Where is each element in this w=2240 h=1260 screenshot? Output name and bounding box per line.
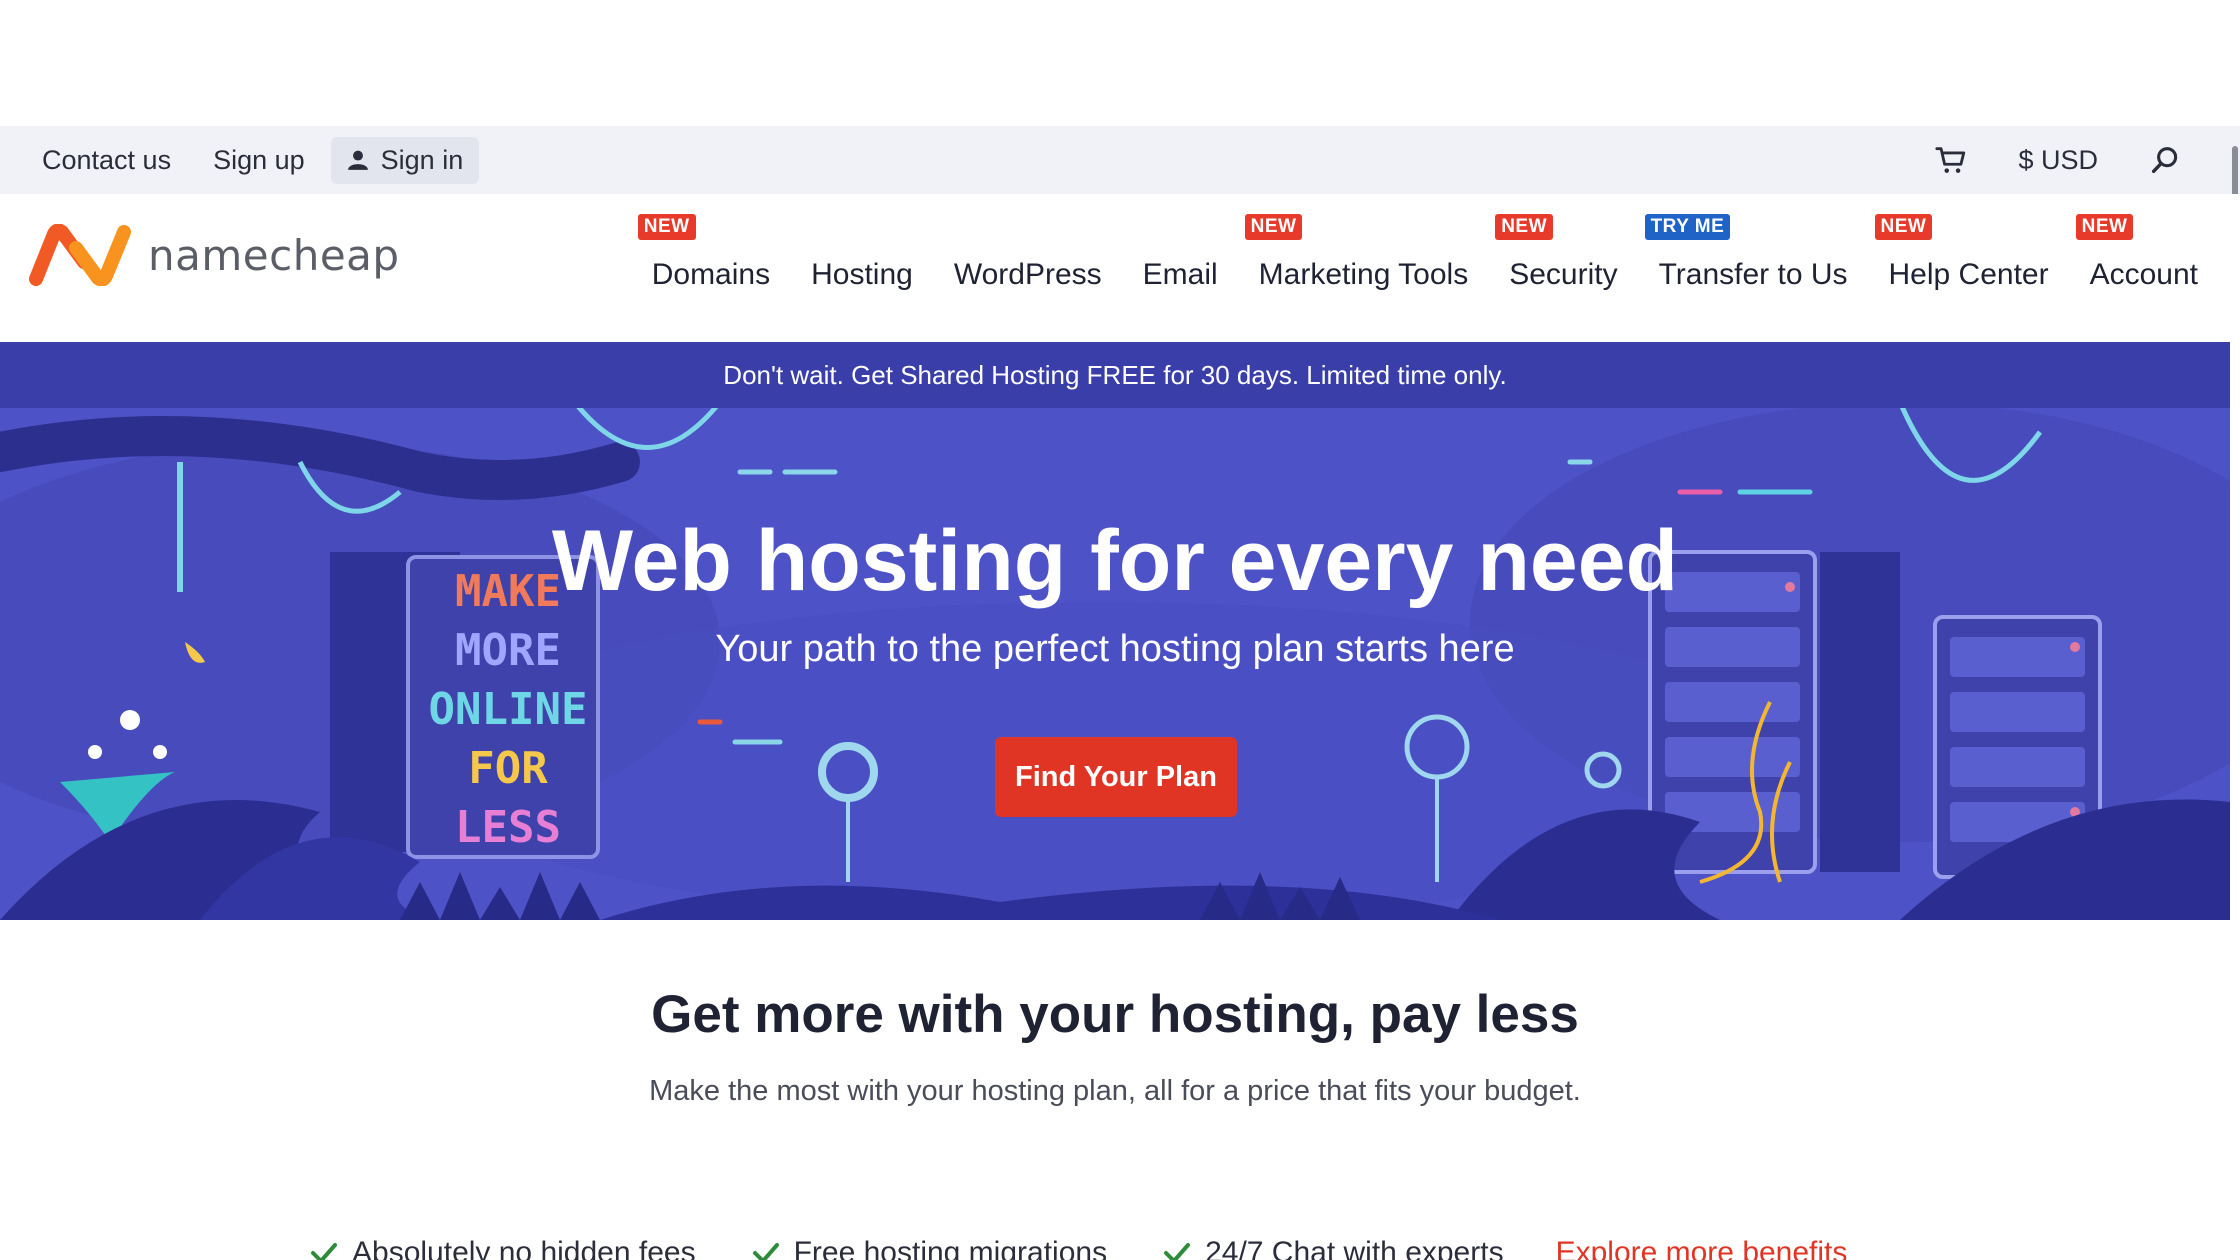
page-scrollbar[interactable] xyxy=(2230,126,2240,206)
benefit-item: 24/7 Chat with experts xyxy=(1163,1236,1504,1260)
check-icon xyxy=(752,1243,779,1260)
promo-text: Don't wait. Get Shared Hosting FREE for … xyxy=(723,359,1507,390)
top-blank-area xyxy=(0,0,2240,126)
nav-item-marketing-tools[interactable]: NEW Marketing Tools xyxy=(1244,214,1469,292)
nav-item-domains[interactable]: NEW Domains xyxy=(637,214,771,292)
new-badge: NEW xyxy=(2075,214,2134,240)
nav-item-help-center[interactable]: NEW Help Center xyxy=(1874,214,2049,292)
sign-in-label: Sign in xyxy=(380,144,464,175)
contact-us-link[interactable]: Contact us xyxy=(26,137,187,184)
nav-item-transfer-to-us[interactable]: TRY ME Transfer to Us xyxy=(1644,214,1848,292)
utility-bar: Contact us Sign up Sign in $ USD xyxy=(0,126,2240,206)
main-navigation: namecheap NEW Domains Hosting WordPress E… xyxy=(0,194,2240,342)
nav-item-label: Transfer to Us xyxy=(1658,258,1848,291)
benefits-section: Get more with your hosting, pay less Mak… xyxy=(0,984,2230,1260)
benefit-label: 24/7 Chat with experts xyxy=(1205,1236,1504,1260)
nav-item-label: WordPress xyxy=(953,258,1102,291)
hero-subtitle: Your path to the perfect hosting plan st… xyxy=(715,628,1515,670)
nav-item-label: Marketing Tools xyxy=(1258,258,1469,291)
hero-title: Web hosting for every need xyxy=(551,513,1679,609)
utility-links: Contact us Sign up Sign in xyxy=(26,136,489,184)
section-subtitle: Make the most with your hosting plan, al… xyxy=(649,1075,1581,1107)
nav-item-label: Hosting xyxy=(811,258,913,291)
nav-item-label: Domains xyxy=(651,258,771,291)
check-icon xyxy=(1164,1243,1191,1260)
nav-item-account[interactable]: NEW Account xyxy=(2075,214,2198,292)
nav-item-label: Help Center xyxy=(1888,258,2049,291)
sign-in-button[interactable]: Sign in xyxy=(330,136,480,184)
currency-selector[interactable]: $ USD xyxy=(2018,145,2098,176)
sign-line: ONLINE xyxy=(428,684,588,735)
new-badge: NEW xyxy=(637,214,696,240)
new-badge: NEW xyxy=(1244,214,1303,240)
new-badge: NEW xyxy=(1495,214,1554,240)
explore-more-benefits-link[interactable]: Explore more benefits xyxy=(1556,1236,1848,1260)
nav-item-label: Security xyxy=(1509,258,1618,291)
namecheap-logo-mark-icon xyxy=(29,224,131,286)
nav-item-email[interactable]: Email xyxy=(1143,258,1218,292)
benefit-label: Free hosting migrations xyxy=(793,1236,1108,1260)
hero-banner: MAKE MORE ONLINE FOR LESS Don't wait. Ge… xyxy=(0,342,2230,920)
sign-up-link[interactable]: Sign up xyxy=(197,137,321,184)
benefit-item: Free hosting migrations xyxy=(752,1236,1107,1260)
nav-item-wordpress[interactable]: WordPress xyxy=(954,258,1102,292)
sign-line: LESS xyxy=(455,802,561,853)
try-me-badge: TRY ME xyxy=(1644,214,1731,240)
benefits-list: Absolutely no hidden fees Free hosting m… xyxy=(310,1236,1847,1260)
logo-text: namecheap xyxy=(148,230,400,280)
nav-items: NEW Domains Hosting WordPress Email NEW Ma… xyxy=(637,194,2198,342)
utility-right: $ USD xyxy=(1934,126,2182,194)
nav-item-label: Account xyxy=(2089,258,2198,291)
new-badge: NEW xyxy=(1874,214,1933,240)
section-title: Get more with your hosting, pay less xyxy=(651,985,1579,1044)
nav-item-security[interactable]: NEW Security xyxy=(1495,214,1618,292)
nav-item-hosting[interactable]: Hosting xyxy=(811,258,913,292)
user-icon xyxy=(347,150,368,170)
search-icon[interactable] xyxy=(2148,143,2182,177)
benefit-item: Absolutely no hidden fees xyxy=(310,1236,696,1260)
promo-strip[interactable]: Don't wait. Get Shared Hosting FREE for … xyxy=(0,342,2230,408)
sign-line: FOR xyxy=(468,743,548,794)
cart-icon[interactable] xyxy=(1934,143,1968,177)
find-your-plan-button[interactable]: Find Your Plan xyxy=(995,737,1237,817)
benefit-label: Absolutely no hidden fees xyxy=(352,1236,696,1260)
namecheap-logo[interactable]: namecheap xyxy=(26,224,400,286)
nav-item-label: Email xyxy=(1142,258,1218,291)
check-icon xyxy=(311,1243,337,1260)
